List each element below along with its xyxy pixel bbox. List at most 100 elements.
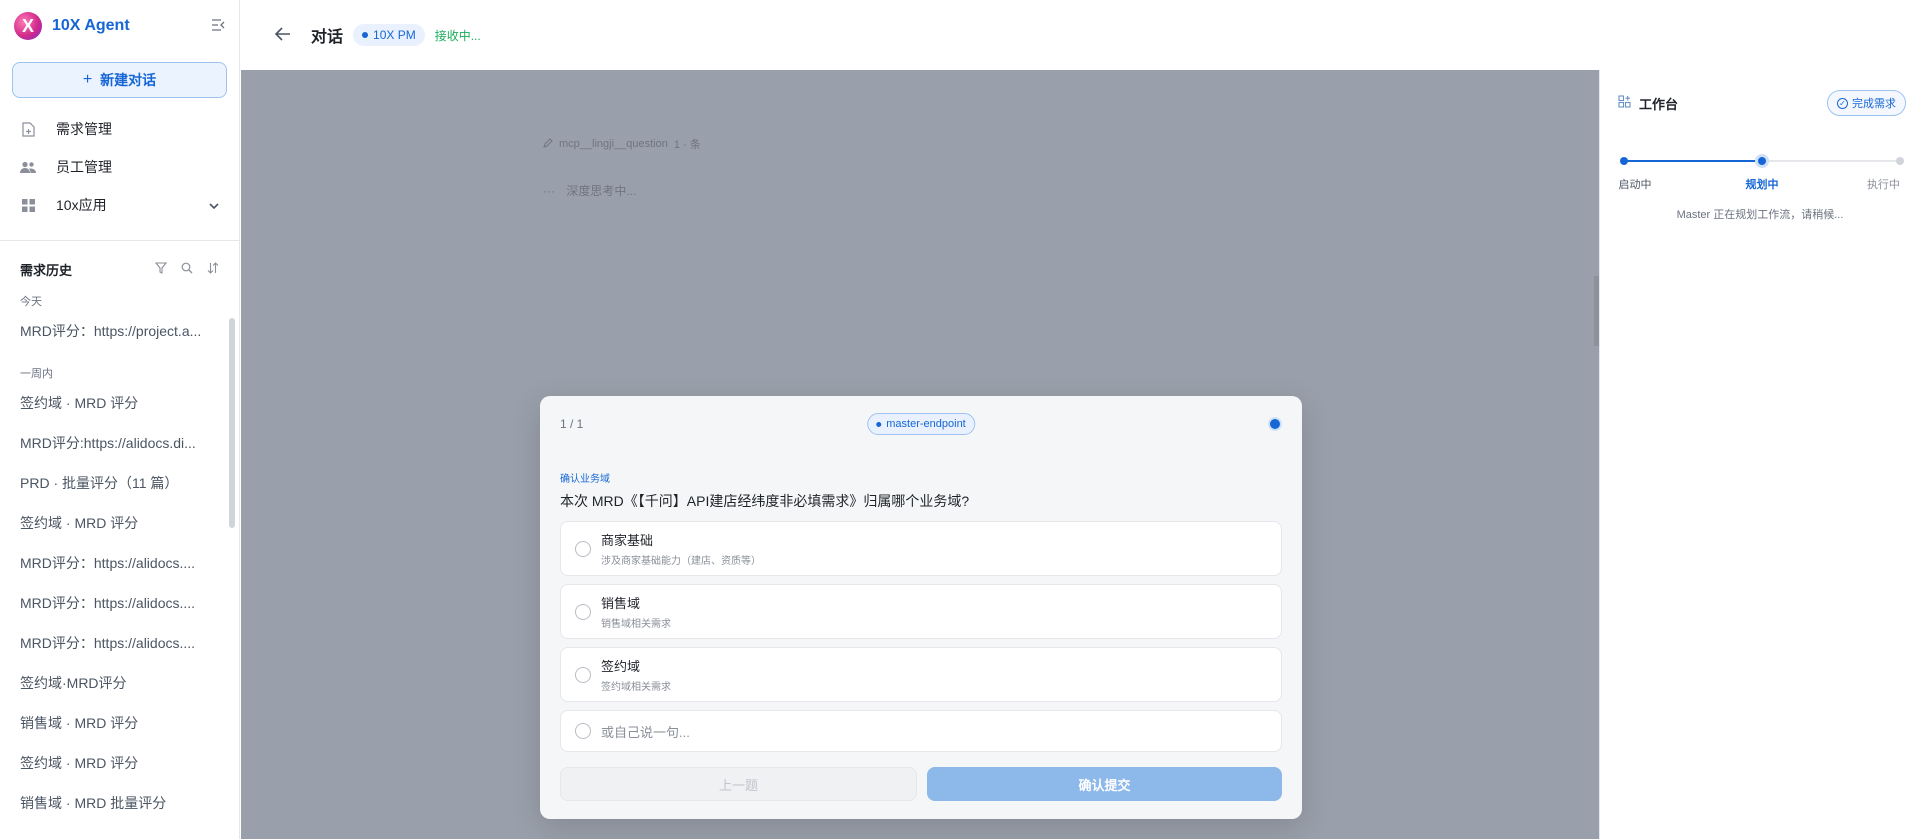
stepper-track-fill — [1624, 160, 1762, 162]
endpoint-name: master-endpoint — [886, 418, 966, 430]
custom-answer-placeholder: 或自己说一句... — [601, 724, 690, 740]
option-contract-domain[interactable]: 签约域 签约域相关需求 — [560, 647, 1282, 702]
workbench-header: 工作台 ✓ 完成需求 — [1600, 70, 1920, 136]
history-group-week: 一周内 — [20, 368, 53, 380]
question-page-indicator: 1 / 1 — [560, 417, 584, 431]
custom-answer-input[interactable]: 或自己说一句... — [560, 710, 1282, 752]
option-description: 涉及商家基础能力（建店、资质等） — [601, 556, 761, 567]
previous-question-button[interactable]: 上一题 — [560, 767, 917, 801]
chat-area-overlay: mcp__lingji__question 1 · 条 ··· 深度思考中...… — [241, 70, 1599, 839]
document-add-icon — [20, 121, 36, 137]
history-item[interactable]: MRD评分：https://alidocs.... — [0, 543, 224, 583]
sort-icon[interactable] — [207, 261, 219, 277]
radio-button[interactable] — [575, 666, 591, 683]
grid-icon — [20, 197, 36, 213]
step-dot-starting — [1620, 157, 1628, 165]
agent-status-dot — [362, 32, 369, 38]
dialog-actions: 上一题 确认提交 — [560, 767, 1282, 801]
option-description: 销售域相关需求 — [601, 619, 671, 630]
history-item[interactable]: MRD评分：https://alidocs.... — [0, 623, 224, 663]
thinking-line: ··· 深度思考中... — [543, 182, 636, 199]
collapse-sidebar-icon[interactable] — [211, 18, 225, 34]
history-item[interactable]: MRD评分:https://alidocs.di... — [0, 423, 224, 463]
plus-icon: + — [82, 71, 93, 88]
history-item[interactable]: 销售域 · MRD 评分 — [0, 703, 224, 743]
endpoint-dot — [876, 421, 882, 427]
sidebar: X 10X Agent + 新建对话 需求管理 员工管理 10x应用 需求历史 … — [0, 0, 240, 839]
tool-call-line: mcp__lingji__question 1 · 条 — [543, 136, 701, 152]
history-item[interactable]: 签约域 · MRD 评分 — [0, 503, 224, 543]
workbench-title: 工作台 — [1639, 96, 1679, 112]
step-label-starting: 启动中 — [1618, 179, 1652, 191]
agent-badge: 10X PM — [353, 24, 425, 46]
app-name: 10X Agent — [52, 17, 130, 34]
question-dialog: 1 / 1 master-endpoint 确认业务域 本次 MRD《【千问】A… — [540, 396, 1302, 819]
history-item[interactable]: PRD · 批量评分（11 篇） — [0, 463, 224, 503]
live-indicator-dot — [1268, 417, 1282, 431]
sidebar-divider — [0, 240, 239, 241]
confirm-submit-button[interactable]: 确认提交 — [927, 767, 1282, 801]
main-nav: 需求管理 员工管理 10x应用 — [0, 110, 239, 224]
workbench-icon — [1618, 95, 1631, 111]
complete-requirement-button[interactable]: ✓ 完成需求 — [1827, 90, 1906, 116]
history-tools — [154, 261, 219, 277]
option-label: 商家基础 — [601, 533, 654, 548]
check-circle-icon: ✓ — [1837, 97, 1848, 109]
option-label: 签约域 — [601, 659, 641, 674]
radio-button[interactable] — [575, 603, 591, 620]
workbench-status: Master 正在规划工作流，请稍候... — [1676, 209, 1844, 221]
history-item[interactable]: 签约域 · MRD 评分 — [0, 743, 224, 783]
option-merchant-basics[interactable]: 商家基础 涉及商家基础能力（建店、资质等） — [560, 521, 1282, 576]
nav-item-label: 需求管理 — [56, 121, 112, 137]
search-icon[interactable] — [181, 262, 193, 277]
step-dot-planning — [1755, 154, 1769, 168]
chevron-down-icon[interactable] — [209, 198, 219, 212]
radio-button[interactable] — [575, 540, 591, 557]
history-group-today: 今天 — [20, 296, 42, 308]
nav-item-10x-apps[interactable]: 10x应用 — [0, 186, 239, 224]
option-label: 销售域 — [601, 596, 641, 611]
history-header: 需求历史 — [0, 255, 239, 283]
brand-header: X 10X Agent — [0, 0, 239, 52]
nav-item-label: 10x应用 — [56, 197, 107, 213]
new-chat-button[interactable]: + 新建对话 — [12, 62, 227, 98]
tool-call-suffix: 1 · 条 — [673, 139, 701, 151]
step-label-planning: 规划中 — [1745, 179, 1779, 191]
progress-stepper: 启动中 规划中 执行中 — [1619, 154, 1904, 194]
history-title: 需求历史 — [20, 262, 73, 278]
back-arrow-icon[interactable] — [274, 25, 291, 46]
step-dot-executing — [1896, 157, 1904, 165]
option-description: 签约域相关需求 — [601, 682, 671, 693]
history-item[interactable]: 签约域 · MRD 评分 — [0, 383, 224, 423]
tool-call-name: mcp__lingji__question — [559, 138, 668, 150]
question-tag: 确认业务域 — [560, 474, 610, 485]
radio-button[interactable] — [575, 723, 591, 739]
thinking-dots-icon: ··· — [543, 184, 555, 198]
nav-item-requirements[interactable]: 需求管理 — [0, 110, 239, 148]
filter-icon[interactable] — [154, 261, 168, 277]
pencil-icon — [543, 137, 553, 151]
complete-requirement-label: 完成需求 — [1852, 98, 1896, 110]
dialog-header: 1 / 1 master-endpoint — [540, 396, 1302, 452]
history-item[interactable]: MRD评分：https://alidocs.... — [0, 583, 224, 623]
agent-name: 10X PM — [373, 28, 416, 42]
receiving-status: 接收中... — [434, 28, 481, 43]
workbench-panel: 工作台 ✓ 完成需求 启动中 规划中 执行中 Master 正在规划工作流，请稍… — [1599, 70, 1920, 839]
endpoint-badge: master-endpoint — [867, 413, 975, 435]
option-sales-domain[interactable]: 销售域 销售域相关需求 — [560, 584, 1282, 639]
history-scrollbar[interactable] — [229, 318, 235, 528]
history-item[interactable]: 签约域·MRD评分 — [0, 663, 224, 703]
question-text: 本次 MRD《【千问】API建店经纬度非必填需求》归属哪个业务域? — [560, 493, 970, 509]
top-bar: 对话 10X PM 接收中... — [241, 0, 1920, 70]
history-item[interactable]: 销售域 · MRD 批量评分 — [0, 783, 224, 823]
nav-item-label: 员工管理 — [56, 159, 112, 175]
nav-item-employees[interactable]: 员工管理 — [0, 148, 239, 186]
option-list: 商家基础 涉及商家基础能力（建店、资质等） 销售域 销售域相关需求 签约域 签约… — [540, 521, 1302, 752]
app-logo: X — [14, 12, 42, 40]
step-label-executing: 执行中 — [1866, 179, 1900, 191]
page-title: 对话 — [311, 29, 344, 46]
users-icon — [20, 159, 36, 175]
thinking-text: 深度思考中... — [566, 184, 637, 198]
new-chat-label: 新建对话 — [100, 72, 157, 88]
history-item[interactable]: MRD评分：https://project.a... — [0, 311, 224, 351]
